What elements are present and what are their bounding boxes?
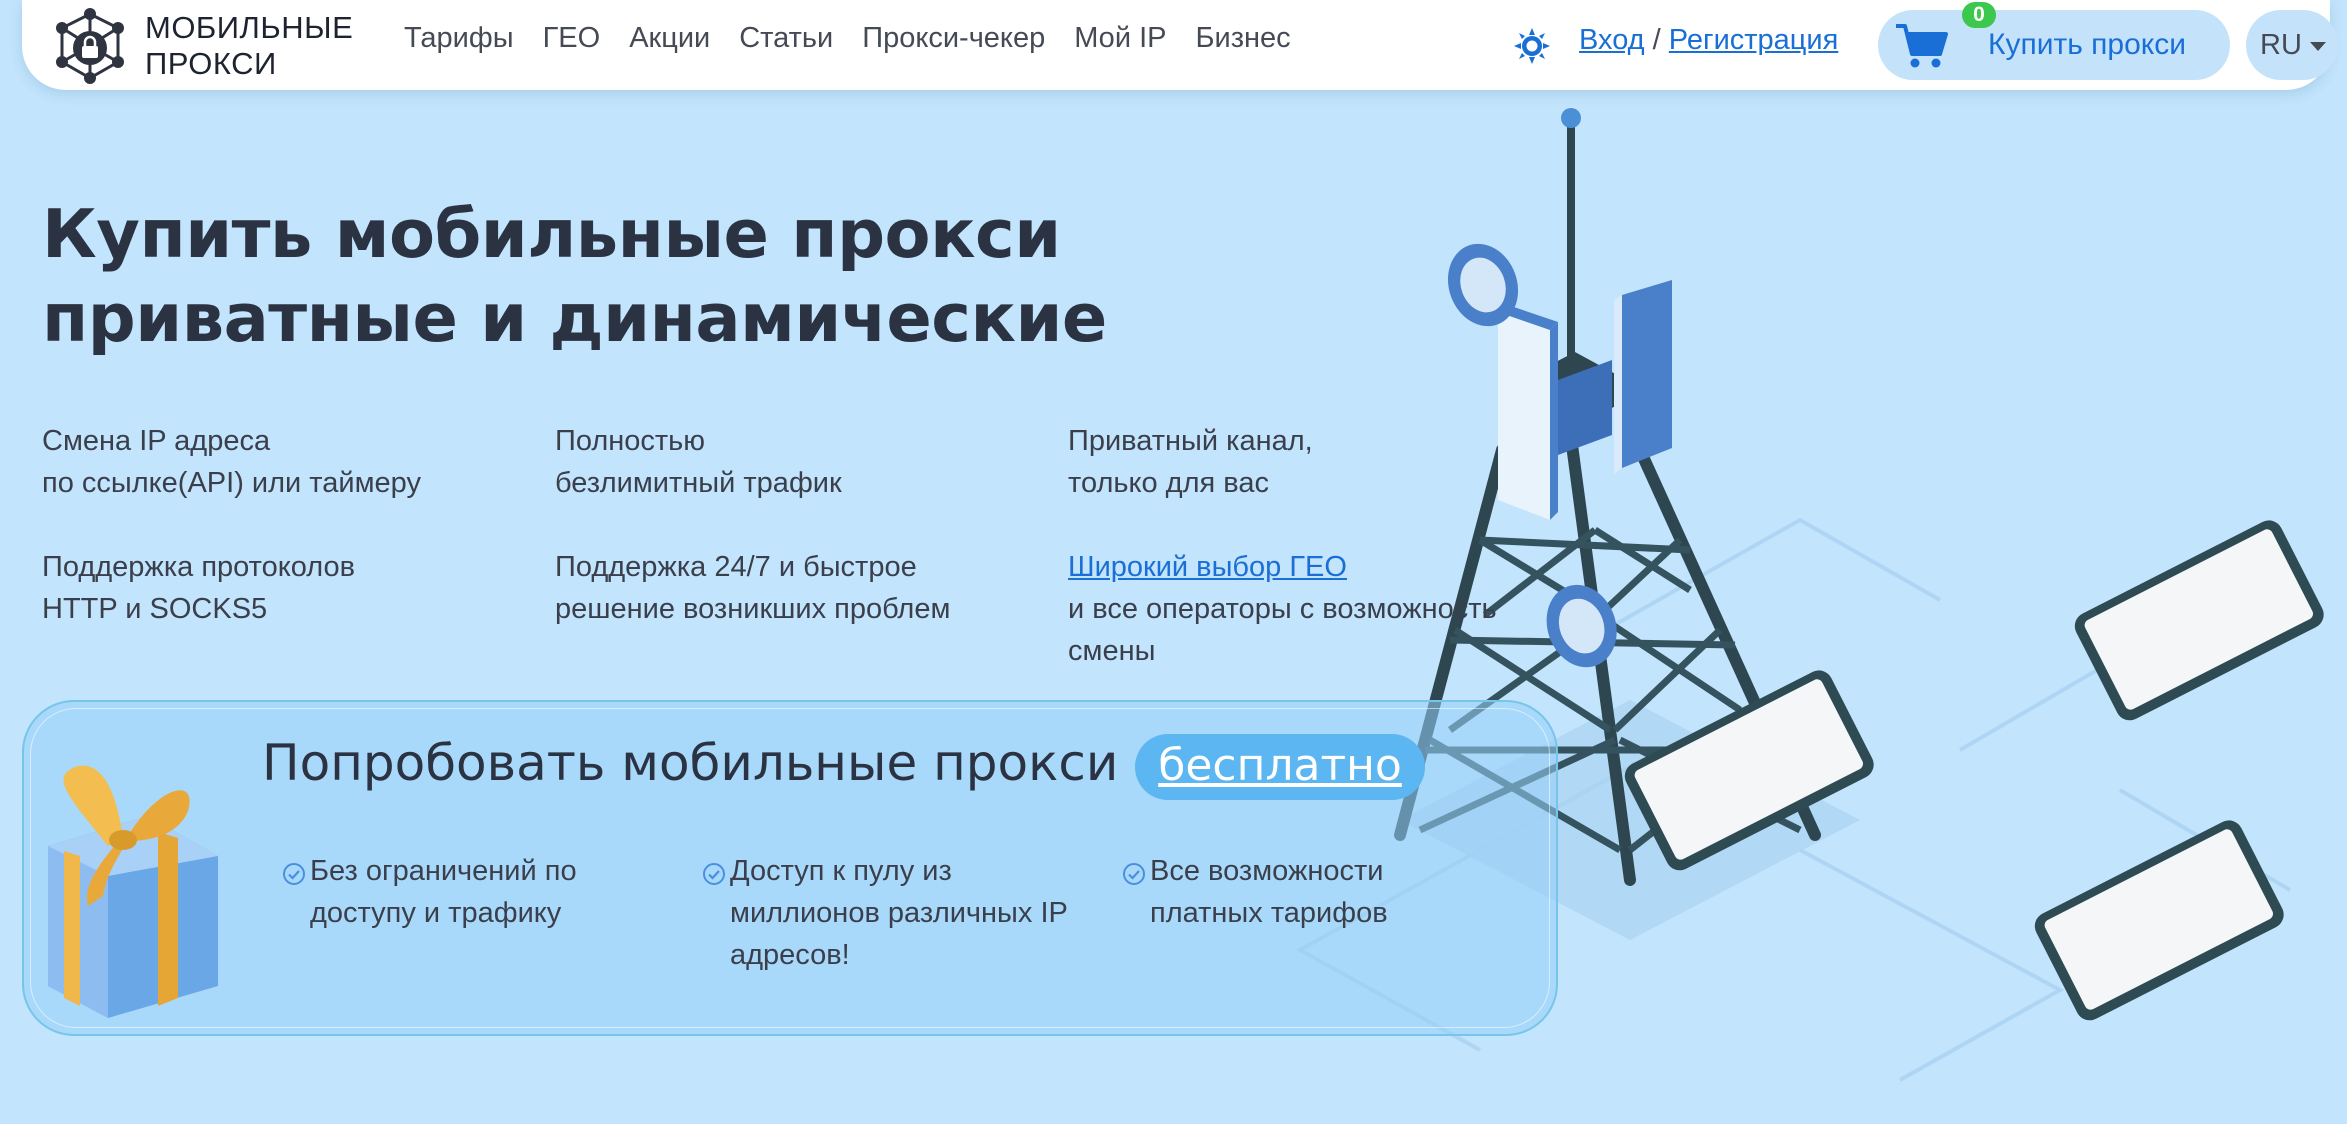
hero-title-line-1: Купить мобильные прокси: [42, 195, 1061, 273]
feature-line: и все операторы с возможность: [1068, 593, 1497, 625]
nav-geo[interactable]: ГЕО: [543, 22, 601, 55]
nav-tariffs[interactable]: Тарифы: [404, 22, 514, 55]
check-circle-icon: [703, 863, 725, 885]
feature-geo: Широкий выбор ГЕО и все операторы с возм…: [1068, 546, 1568, 672]
nav-articles[interactable]: Статьи: [739, 22, 833, 55]
benefit-line: Все возможности: [1150, 855, 1384, 887]
logo-line-1: МОБИЛЬНЫЕ: [145, 10, 354, 45]
feature-private-channel: Приватный канал, только для вас: [1068, 420, 1568, 504]
hero-title-line-2: приватные и динамические: [42, 279, 1107, 357]
gift-box-icon: [48, 765, 218, 1018]
feature-line: Смена IP адреса: [42, 425, 271, 457]
register-link[interactable]: Регистрация: [1669, 24, 1839, 56]
feature-line: только для вас: [1068, 467, 1269, 499]
feature-unlimited-traffic: Полностью безлимитный трафик: [555, 420, 1055, 504]
language-label: RU: [2260, 29, 2302, 61]
benefit-all-features: Все возможности платных тарифов: [1122, 850, 1482, 934]
language-dropdown[interactable]: RU: [2246, 10, 2338, 80]
free-trial-card: Попробовать мобильные прокси бесплатно Б…: [22, 700, 1558, 1036]
nav-business[interactable]: Бизнес: [1195, 22, 1290, 55]
check-circle-icon: [1123, 863, 1145, 885]
feature-support: Поддержка 24/7 и быстрое решение возникш…: [555, 546, 1055, 630]
feature-line: безлимитный трафик: [555, 467, 842, 499]
auth-separator: /: [1652, 24, 1661, 56]
feature-line: Поддержка 24/7 и быстрое: [555, 551, 917, 583]
feature-ip-change: Смена IP адреса по ссылке(API) или тайме…: [42, 420, 542, 504]
benefit-line: доступу и трафику: [310, 897, 562, 929]
benefit-line: платных тарифов: [1150, 897, 1388, 929]
cart-count-badge: 0: [1962, 2, 1996, 28]
benefit-line: адресов!: [730, 939, 850, 971]
benefit-no-limits: Без ограничений по доступу и трафику: [282, 850, 642, 934]
feature-line: по ссылке(API) или таймеру: [42, 467, 421, 499]
benefit-line: Доступ к пулу из: [730, 855, 952, 887]
feature-line: смены: [1068, 635, 1156, 667]
auth-links: Вход / Регистрация: [1579, 24, 1838, 57]
geo-choice-link[interactable]: Широкий выбор ГЕО: [1068, 551, 1347, 583]
nav-my-ip[interactable]: Мой IP: [1074, 22, 1166, 55]
shopping-cart-icon: [1896, 24, 1948, 68]
feature-line: решение возникших проблем: [555, 593, 951, 625]
logo-text[interactable]: МОБИЛЬНЫЕ ПРОКСИ: [145, 10, 353, 82]
top-navbar: МОБИЛЬНЫЕ ПРОКСИ Тарифы ГЕО Акции Статьи…: [22, 0, 2338, 90]
buy-proxy-label: Купить прокси: [1988, 28, 2187, 61]
logo-network-lock-icon[interactable]: [46, 6, 134, 86]
free-trial-link[interactable]: бесплатно: [1135, 734, 1425, 800]
check-circle-icon: [283, 863, 305, 885]
feature-protocols: Поддержка протоколов HTTP и SOCKS5: [42, 546, 542, 630]
feature-line: Приватный канал,: [1068, 425, 1313, 457]
benefit-ip-pool: Доступ к пулу из миллионов различных IP …: [702, 850, 1102, 976]
buy-proxy-button[interactable]: 0 Купить прокси: [1878, 2, 2230, 80]
trial-title: Попробовать мобильные прокси: [262, 734, 1119, 792]
hero-title: Купить мобильные прокси приватные и дина…: [42, 192, 1292, 360]
feature-line: Поддержка протоколов: [42, 551, 356, 583]
nav-proxy-checker[interactable]: Прокси-чекер: [862, 22, 1045, 55]
main-nav: Тарифы ГЕО Акции Статьи Прокси-чекер Мой…: [404, 22, 1320, 55]
caret-down-icon: [2310, 42, 2326, 51]
theme-toggle-sun-icon[interactable]: [1512, 26, 1552, 66]
login-link[interactable]: Вход: [1579, 24, 1645, 56]
logo-line-2: ПРОКСИ: [145, 46, 277, 81]
benefit-line: миллионов различных IP: [730, 897, 1068, 929]
benefit-line: Без ограничений по: [310, 855, 577, 887]
feature-line: HTTP и SOCKS5: [42, 593, 268, 625]
nav-promotions[interactable]: Акции: [629, 22, 710, 55]
feature-line: Полностью: [555, 425, 706, 457]
